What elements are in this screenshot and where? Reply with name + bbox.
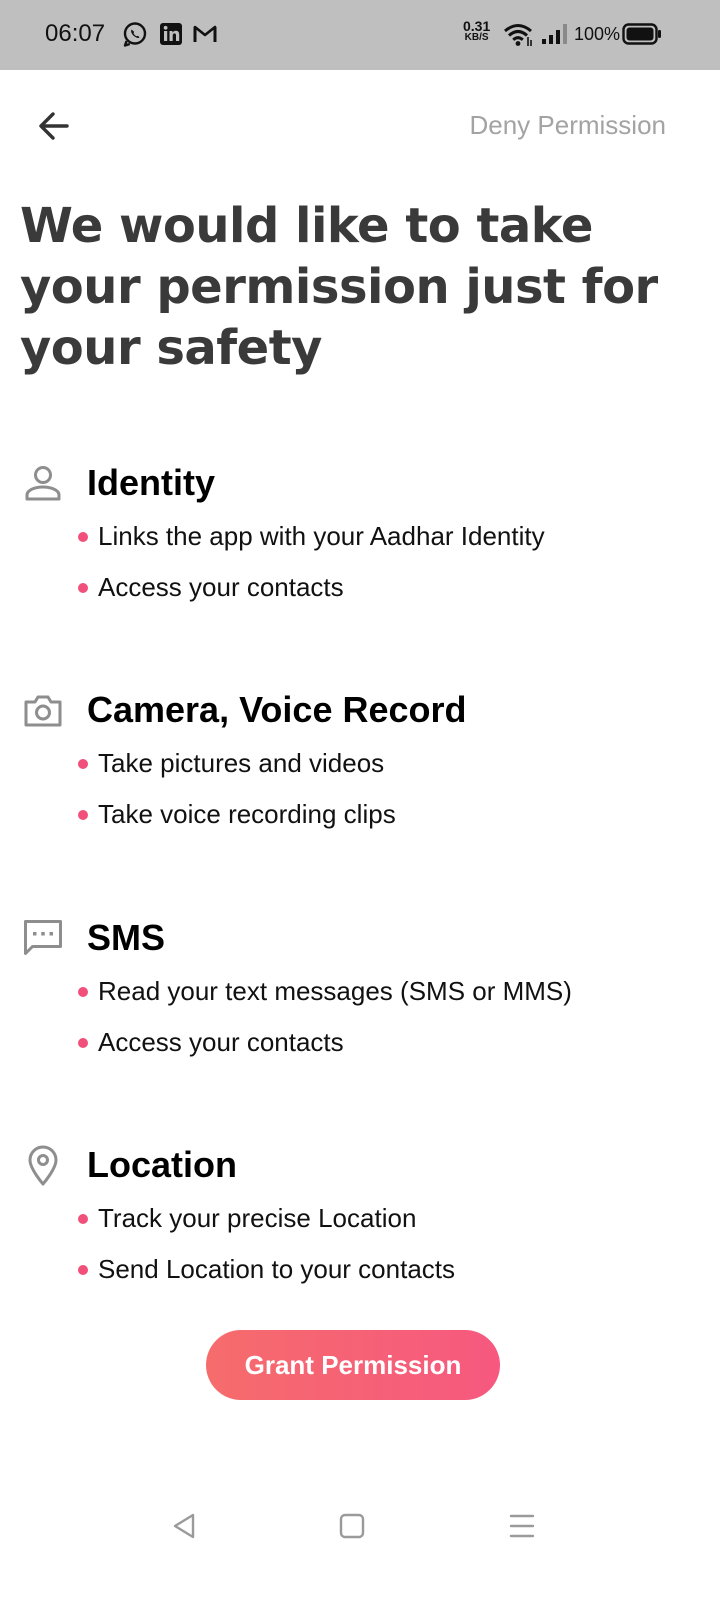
- grant-permission-button[interactable]: Grant Permission: [206, 1330, 500, 1400]
- back-triangle-icon: [173, 1513, 195, 1539]
- status-time: 06:07: [45, 20, 106, 47]
- list-item: Access your contacts: [78, 1017, 572, 1068]
- section-title: Identity: [87, 462, 216, 503]
- list-item: Track your precise Location: [78, 1193, 455, 1244]
- whatsapp-icon: [123, 22, 147, 47]
- bullet-list: Take pictures and videos Take voice reco…: [78, 738, 396, 840]
- status-bar: 06:07 0.31 KB/S 100%: [0, 0, 720, 70]
- list-item: Take pictures and videos: [78, 738, 396, 789]
- wifi-icon: [504, 24, 532, 46]
- bullet-dot: [78, 1038, 88, 1048]
- list-item: Take voice recording clips: [78, 789, 396, 840]
- bullet-dot: [78, 987, 88, 997]
- home-square-icon: [339, 1513, 365, 1539]
- message-icon: [24, 920, 62, 955]
- bullet-list: Read your text messages (SMS or MMS) Acc…: [78, 966, 572, 1068]
- battery-percent: 100%: [574, 24, 621, 44]
- bullet-dot: [78, 759, 88, 769]
- section-title: Camera, Voice Record: [87, 689, 467, 730]
- bullet-dot: [78, 532, 88, 542]
- nav-menu-button[interactable]: [502, 1506, 542, 1546]
- gmail-icon: [193, 25, 217, 42]
- battery-icon: [622, 23, 661, 45]
- section-title: SMS: [87, 917, 166, 958]
- arrow-left-icon: [39, 112, 69, 140]
- linkedin-icon: [160, 23, 182, 45]
- bullet-dot: [78, 1214, 88, 1224]
- network-speed: 0.31 KB/S: [463, 18, 491, 43]
- bullet-list: Links the app with your Aadhar Identity …: [78, 511, 545, 613]
- nav-back-button[interactable]: [164, 1506, 204, 1546]
- deny-permission-button[interactable]: Deny Permission: [469, 110, 666, 141]
- list-item: Links the app with your Aadhar Identity: [78, 511, 545, 562]
- page-title: We would like to take your permission ju…: [20, 198, 658, 376]
- bullet-dot: [78, 583, 88, 593]
- location-pin-icon: [28, 1145, 58, 1186]
- list-item: Access your contacts: [78, 562, 545, 613]
- list-item: Read your text messages (SMS or MMS): [78, 966, 572, 1017]
- section-title: Location: [87, 1144, 237, 1185]
- cell-signal-icon: [542, 24, 567, 44]
- bullet-dot: [78, 810, 88, 820]
- bullet-dot: [78, 1265, 88, 1275]
- person-icon: [25, 466, 61, 501]
- camera-icon: [24, 695, 62, 727]
- nav-home-button[interactable]: [332, 1506, 372, 1546]
- back-button[interactable]: [30, 102, 78, 150]
- list-item: Send Location to your contacts: [78, 1244, 455, 1295]
- bullet-list: Track your precise Location Send Locatio…: [78, 1193, 455, 1295]
- menu-lines-icon: [509, 1514, 535, 1538]
